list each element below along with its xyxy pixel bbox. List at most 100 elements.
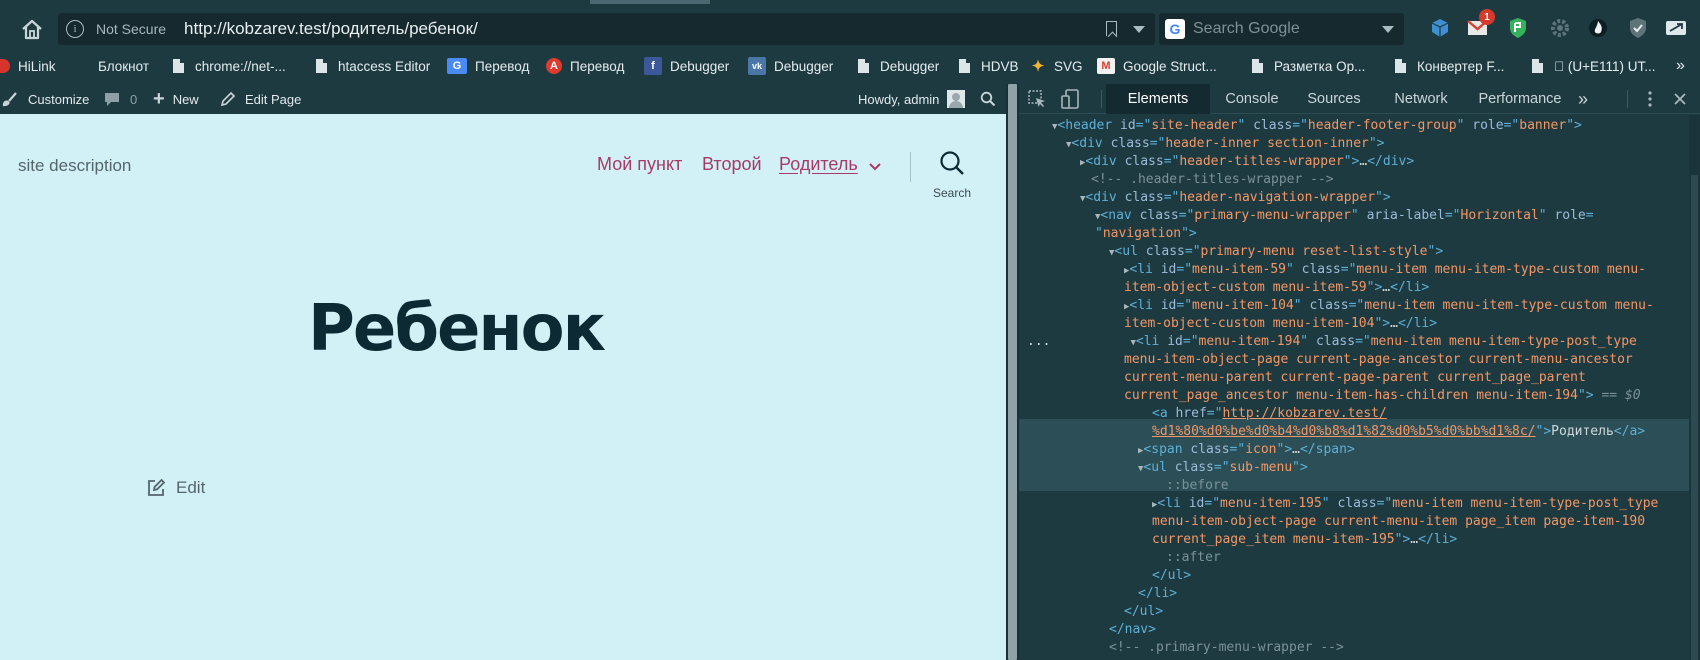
kebab-menu-icon [1648, 91, 1652, 107]
bookmark-item[interactable]: vk Debugger [748, 52, 833, 80]
dom-node-continued: menu-item-object-page current-page-ances… [1124, 352, 1633, 367]
admin-search-button[interactable] [980, 84, 996, 114]
row-dots[interactable]: ... [1027, 334, 1050, 349]
menu-item-roditel[interactable]: Родитель [779, 154, 858, 175]
pseudo-element[interactable]: ::after [1019, 549, 1689, 567]
svg-icon: ✦ [1031, 58, 1045, 75]
page-icon [959, 59, 970, 73]
search-input[interactable] [1193, 17, 1378, 41]
dom-node[interactable]: ▼<header id="site-header" class="header-… [1019, 117, 1689, 135]
info-icon[interactable]: i [66, 20, 84, 38]
dom-node-close: </ul> [1124, 604, 1164, 619]
gmail-extension-icon[interactable]: 1 [1466, 9, 1495, 40]
dom-node[interactable]: ▼<nav class="primary-menu-wrapper" aria-… [1019, 207, 1689, 225]
dom-node[interactable]: ▶<li id="menu-item-104" class="menu-item… [1019, 297, 1689, 315]
dom-node[interactable]: ▶<span class="icon">…</span> [1019, 441, 1689, 459]
search-box[interactable]: G [1159, 13, 1404, 45]
cube-extension-icon[interactable] [1428, 16, 1452, 40]
edit-post-link[interactable]: Edit [146, 478, 205, 498]
dom-node-continued: current_page_ancestor menu-item-has-chil… [1124, 388, 1641, 403]
inspect-cursor-icon [1028, 90, 1045, 107]
dom-node[interactable]: ▼<ul class="primary-menu reset-list-styl… [1019, 243, 1689, 261]
bookmark-item[interactable]: Конвертер F... [1392, 52, 1504, 80]
dom-node-continued: item-object-custom menu-item-104">…</li> [1124, 316, 1438, 331]
wp-admin-bar: Customize 0 + New Edit Page Howdy, admin [0, 84, 1010, 114]
dom-node-selected[interactable]: ... ▼<li id="menu-item-194" class="menu-i… [1019, 333, 1689, 351]
bookmark-item[interactable]: chrome://net-... [170, 52, 286, 80]
bookmarks-bar: HiLink Блокнот chrome://net-... htaccess… [0, 52, 1700, 80]
dom-node-continued: menu-item-object-page current-menu-item … [1152, 514, 1646, 529]
dom-node-continued: item-object-custom menu-item-59">…</li> [1124, 280, 1430, 295]
devtools-scrollbar[interactable] [1689, 115, 1700, 660]
edit-icon [148, 478, 166, 496]
dom-node-continued: current-menu-parent current-page-parent … [1124, 370, 1586, 385]
toolbar-divider [1101, 90, 1102, 108]
pseudo-element[interactable]: ::before [1019, 477, 1689, 495]
comments-link[interactable]: 0 [104, 84, 137, 114]
page-scrollbar[interactable] [1006, 84, 1019, 660]
avatar [947, 90, 966, 108]
dom-node-continued: "navigation"> [1095, 226, 1197, 241]
dom-comment[interactable]: <!-- .header-titles-wrapper --> [1019, 171, 1689, 189]
my-account-link[interactable]: Howdy, admin [858, 84, 966, 114]
bookmark-item[interactable]: Debugger [855, 52, 939, 80]
yandex-translate-icon: A [546, 58, 562, 74]
check-shield-extension-icon[interactable] [1626, 16, 1650, 40]
bookmark-item[interactable]: ✦ SVG [1030, 52, 1083, 80]
tab-network[interactable]: Network [1376, 84, 1466, 114]
tab-performance[interactable]: Performance [1465, 84, 1575, 114]
chevron-down-icon[interactable] [1382, 26, 1394, 33]
customize-link[interactable]: Customize [2, 84, 89, 114]
bookmark-star-icon[interactable] [1106, 21, 1117, 36]
edit-page-link[interactable]: Edit Page [220, 84, 301, 114]
home-button[interactable] [14, 13, 50, 45]
inspect-element-button[interactable] [1027, 84, 1051, 114]
bookmark-item[interactable]: Разметка Op... [1249, 52, 1365, 80]
dom-comment[interactable]: <!-- .primary-menu-wrapper --> [1019, 639, 1689, 657]
bookmark-item[interactable]:  (U+E111) UT... [1529, 52, 1656, 80]
dom-node[interactable]: ▶<li id="menu-item-195" class="menu-item… [1019, 495, 1689, 513]
scrollbar-thumb[interactable] [1008, 84, 1017, 660]
bookmark-item[interactable]: HiLink [0, 52, 56, 80]
dom-node-continued: %d1%80%d0%be%d0%b4%d0%b8%d1%82%d0%b5%d0%… [1152, 424, 1646, 439]
tab-sources[interactable]: Sources [1289, 84, 1379, 114]
menu-item-vtoroi[interactable]: Второй [702, 154, 762, 175]
send-extension-icon[interactable] [1664, 16, 1688, 40]
bookmark-item[interactable]: Блокнот [98, 52, 149, 80]
devtools-close-button[interactable] [1670, 84, 1690, 114]
bookmarks-more-button[interactable]: » [1676, 52, 1685, 80]
chevron-down-icon[interactable] [868, 162, 882, 172]
bookmark-item[interactable]: M Google Struct... [1097, 52, 1217, 80]
toolbar-divider [1627, 90, 1628, 108]
tab-console[interactable]: Console [1207, 84, 1297, 114]
elements-tree[interactable]: ▼<header id="site-header" class="header-… [1019, 115, 1689, 660]
devtools-panel: Elements Console Sources Network Perform… [1019, 84, 1700, 660]
dom-node[interactable]: ▼<div class="header-navigation-wrapper"> [1019, 189, 1689, 207]
menu-item-moi-punkt[interactable]: Мой пункт [597, 154, 682, 175]
url-text[interactable]: http://kobzarev.test/родитель/ребенок/ [184, 19, 478, 39]
gear-extension-icon[interactable] [1548, 16, 1572, 40]
dom-node[interactable]: ▼<div class="header-inner section-inner"… [1019, 135, 1689, 153]
bookmark-item[interactable]: f Debugger [644, 52, 729, 80]
scrollbar-thumb[interactable] [1691, 175, 1698, 660]
address-bar[interactable]: i Not Secure http://kobzarev.test/родите… [58, 13, 1155, 45]
tab-elements[interactable]: Elements [1106, 84, 1210, 114]
flame-extension-icon[interactable] [1586, 16, 1610, 40]
shield-extension-icon[interactable] [1506, 16, 1530, 40]
bookmark-item[interactable]: HDVB [956, 52, 1019, 80]
dom-node[interactable]: ▼<ul class="sub-menu"> [1019, 459, 1689, 477]
dom-node[interactable]: <a href="http://kobzarev.test/ [1019, 405, 1689, 423]
bookmark-item[interactable]: htaccess Editor [313, 52, 430, 80]
page-title: Ребенок [308, 292, 606, 366]
dom-node[interactable]: ▶<li id="menu-item-59" class="menu-item … [1019, 261, 1689, 279]
pencil-icon [220, 91, 236, 107]
chevron-down-icon[interactable] [1133, 26, 1145, 33]
more-tabs-button[interactable]: » [1578, 84, 1596, 114]
bookmark-item[interactable]: A Перевод [546, 52, 624, 80]
device-toolbar-button[interactable] [1060, 84, 1084, 114]
search-toggle-button[interactable]: Search [928, 150, 976, 204]
bookmark-item[interactable]: G Перевод [447, 52, 529, 80]
dom-node[interactable]: ▶<div class="header-titles-wrapper">…</d… [1019, 153, 1689, 171]
new-content-link[interactable]: + New [153, 84, 199, 114]
devtools-menu-button[interactable] [1644, 84, 1656, 114]
